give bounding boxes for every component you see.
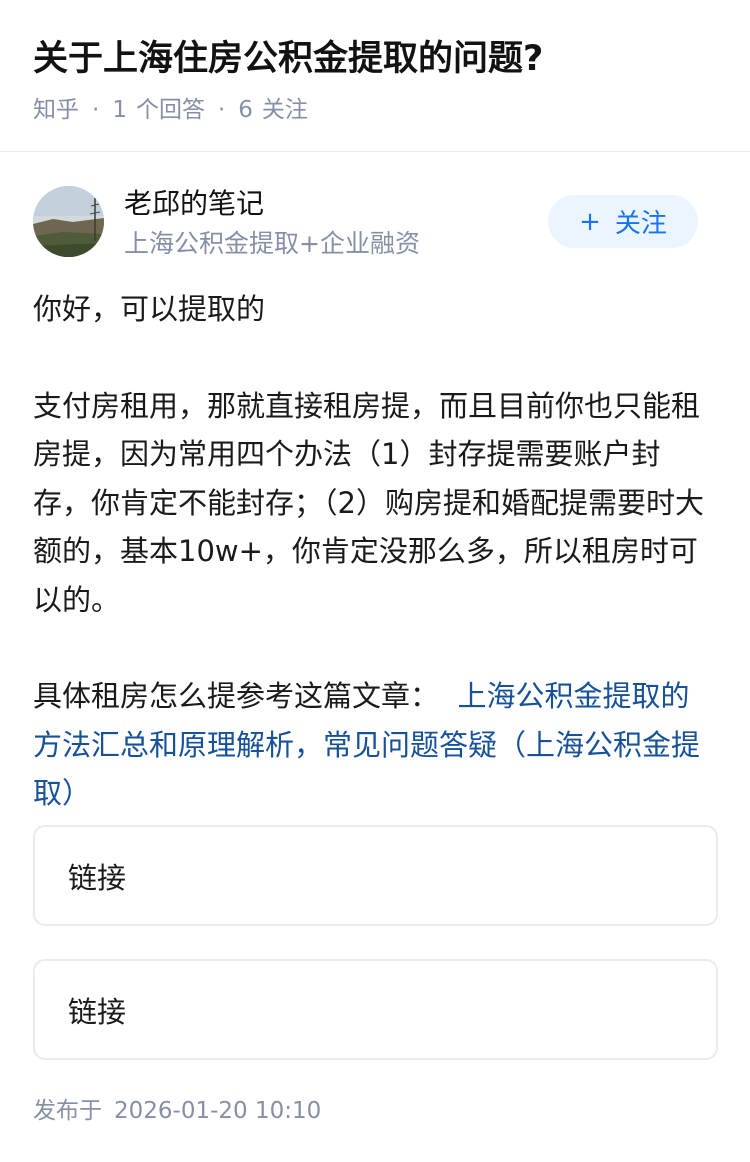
author-name[interactable]: 老邱的笔记 (124, 186, 264, 222)
author-bio: 上海公积金提取+企业融资 (124, 229, 420, 258)
answer-paragraph: 具体租房怎么提参考这篇文章： 上海公积金提取的方法汇总和原理解析，常见问题答疑（… (33, 672, 718, 818)
source-label[interactable]: 知乎 (33, 94, 79, 126)
follow-button-label: 关注 (614, 209, 667, 239)
publish-info: 发布于 2026-01-20 10:10 (33, 1095, 321, 1127)
question-title[interactable]: 关于上海住房公积金提取的问题? (33, 36, 543, 82)
meta-separator: · (92, 97, 100, 123)
link-card[interactable]: 链接 (33, 825, 718, 926)
avatar[interactable] (33, 186, 104, 257)
follow-button[interactable]: + 关注 (548, 195, 698, 248)
answer-paragraph: 支付房租用，那就直接租房提，而且目前你也只能租房提，因为常用四个办法（1）封存提… (33, 388, 704, 617)
answer-paragraph-text: 具体租房怎么提参考这篇文章： (33, 679, 440, 713)
answer-content: 你好，可以提取的 支付房租用，那就直接租房提，而且目前你也只能租房提，因为常用四… (33, 285, 718, 866)
link-card-label: 链接 (68, 994, 127, 1029)
plus-icon: + (579, 206, 601, 237)
follower-count-label: 关注 (261, 97, 308, 123)
avatar-image (33, 186, 104, 257)
published-label: 发布于 (33, 1098, 102, 1124)
question-meta: 知乎 · 1 个回答 · 6 关注 (33, 94, 308, 126)
question-header: 关于上海住房公积金提取的问题? 知乎 · 1 个回答 · 6 关注 (0, 0, 750, 152)
follower-count: 6 (238, 97, 253, 123)
link-card-label: 链接 (68, 860, 127, 895)
answer-count: 1 (112, 97, 127, 123)
answer-count-label: 个回答 (135, 97, 205, 123)
answer-paragraph: 你好，可以提取的 (33, 292, 266, 326)
published-time: 2026-01-20 10:10 (114, 1098, 322, 1124)
meta-separator: · (217, 97, 226, 123)
link-card[interactable]: 链接 (33, 959, 718, 1060)
